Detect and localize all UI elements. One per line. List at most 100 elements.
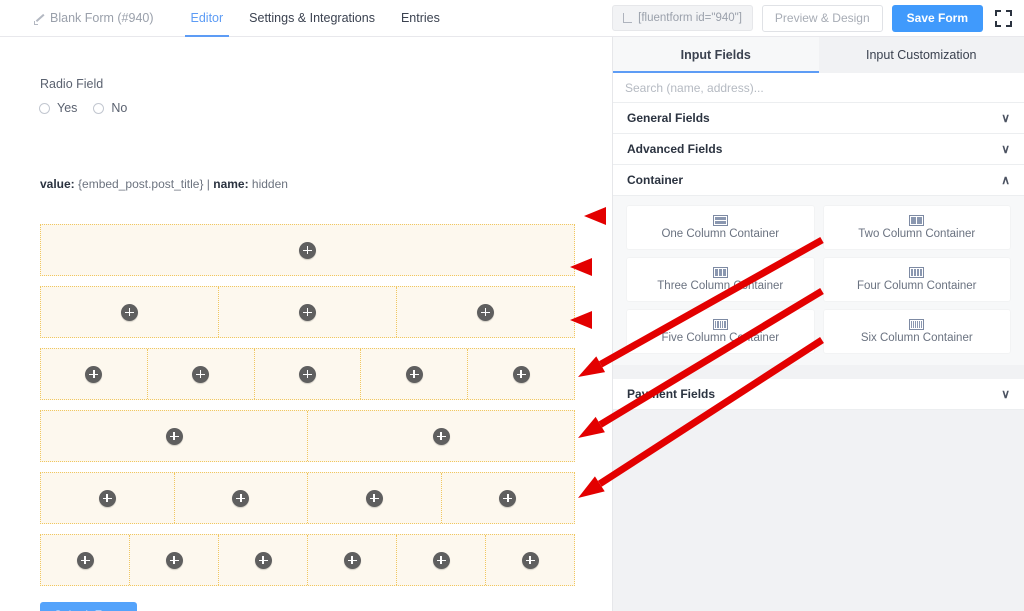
fluentform-editor-app: Blank Form (#940) Editor Settings & Inte… bbox=[0, 0, 1024, 611]
general-fields-header[interactable]: General Fields ∨ bbox=[613, 103, 1024, 134]
shortcode-display[interactable]: [fluentform id="940"] bbox=[612, 5, 753, 31]
hidden-field-value-key: value: bbox=[40, 177, 75, 191]
preview-design-button[interactable]: Preview & Design bbox=[762, 5, 883, 32]
general-fields-section: General Fields ∨ bbox=[613, 103, 1024, 134]
plus-icon[interactable] bbox=[299, 242, 316, 259]
container-option-label: One Column Container bbox=[661, 228, 779, 240]
container-option-4[interactable]: Four Column Container bbox=[824, 258, 1011, 301]
plus-icon[interactable] bbox=[433, 552, 450, 569]
container-row[interactable] bbox=[40, 224, 575, 276]
plus-icon[interactable] bbox=[299, 366, 316, 383]
container-column[interactable] bbox=[219, 535, 308, 585]
plus-icon[interactable] bbox=[99, 490, 116, 507]
plus-icon[interactable] bbox=[366, 490, 383, 507]
advanced-fields-header[interactable]: Advanced Fields ∨ bbox=[613, 134, 1024, 165]
container-row[interactable] bbox=[40, 348, 575, 400]
submit-form-button[interactable]: Submit Form bbox=[40, 602, 137, 611]
radio-option-yes-label: Yes bbox=[57, 101, 77, 115]
two-column-icon bbox=[909, 215, 924, 226]
advanced-fields-section: Advanced Fields ∨ bbox=[613, 134, 1024, 165]
fields-sidebar: Input Fields Input Customization General… bbox=[613, 37, 1024, 611]
tab-entries[interactable]: Entries bbox=[388, 0, 453, 37]
fullscreen-icon[interactable] bbox=[995, 10, 1012, 27]
container-column[interactable] bbox=[219, 287, 397, 337]
container-option-1[interactable]: One Column Container bbox=[627, 206, 814, 249]
main-nav-tabs: Editor Settings & Integrations Entries bbox=[178, 0, 453, 37]
container-column[interactable] bbox=[41, 287, 219, 337]
container-column[interactable] bbox=[308, 535, 397, 585]
search-input[interactable] bbox=[613, 73, 1024, 102]
form-title: Blank Form (#940) bbox=[34, 11, 154, 25]
container-column[interactable] bbox=[486, 535, 574, 585]
container-option-6[interactable]: Six Column Container bbox=[824, 310, 1011, 353]
tab-input-customization[interactable]: Input Customization bbox=[819, 37, 1024, 73]
plus-icon[interactable] bbox=[406, 366, 423, 383]
container-option-2[interactable]: Two Column Container bbox=[824, 206, 1011, 249]
container-column[interactable] bbox=[442, 473, 575, 523]
plus-icon[interactable] bbox=[232, 490, 249, 507]
container-column[interactable] bbox=[255, 349, 362, 399]
plus-icon[interactable] bbox=[255, 552, 272, 569]
container-row[interactable] bbox=[40, 472, 575, 524]
plus-icon[interactable] bbox=[477, 304, 494, 321]
container-column[interactable] bbox=[41, 225, 574, 275]
payment-fields-header[interactable]: Payment Fields ∨ bbox=[613, 379, 1024, 410]
plus-icon[interactable] bbox=[344, 552, 361, 569]
plus-icon[interactable] bbox=[299, 304, 316, 321]
container-column[interactable] bbox=[361, 349, 468, 399]
container-column[interactable] bbox=[41, 411, 308, 461]
hidden-field-preview: value: {embed_post.post_title} | name: h… bbox=[40, 177, 288, 191]
plus-icon[interactable] bbox=[166, 428, 183, 445]
container-column[interactable] bbox=[308, 473, 442, 523]
tab-input-fields[interactable]: Input Fields bbox=[613, 37, 819, 73]
container-column[interactable] bbox=[41, 349, 148, 399]
general-fields-label: General Fields bbox=[627, 111, 710, 125]
radio-option-no[interactable]: No bbox=[93, 101, 127, 115]
plus-icon[interactable] bbox=[121, 304, 138, 321]
plus-icon[interactable] bbox=[166, 552, 183, 569]
container-option-label: Three Column Container bbox=[657, 280, 783, 292]
container-option-label: Six Column Container bbox=[861, 332, 973, 344]
tab-editor[interactable]: Editor bbox=[178, 0, 237, 37]
plus-icon[interactable] bbox=[77, 552, 94, 569]
hidden-field-name-key: name: bbox=[213, 177, 248, 191]
container-option-label: Five Column Container bbox=[661, 332, 779, 344]
radio-field-options: Yes No bbox=[39, 101, 127, 115]
container-row[interactable] bbox=[40, 286, 575, 338]
form-title-text: Blank Form (#940) bbox=[50, 11, 154, 25]
sidebar-divider bbox=[613, 365, 1024, 379]
form-canvas: Radio Field Yes No value: {embed_post.po… bbox=[0, 37, 613, 611]
chevron-down-icon: ∨ bbox=[1001, 388, 1010, 400]
plus-icon[interactable] bbox=[192, 366, 209, 383]
plus-icon[interactable] bbox=[499, 490, 516, 507]
plus-icon[interactable] bbox=[513, 366, 530, 383]
plus-icon[interactable] bbox=[85, 366, 102, 383]
container-column[interactable] bbox=[41, 473, 175, 523]
radio-option-no-label: No bbox=[111, 101, 127, 115]
container-column[interactable] bbox=[148, 349, 255, 399]
container-section: Container ∧ One Column Container Two Colu… bbox=[613, 165, 1024, 365]
shortcode-icon bbox=[623, 13, 632, 23]
shortcode-text: [fluentform id="940"] bbox=[638, 12, 742, 24]
container-column[interactable] bbox=[468, 349, 574, 399]
container-option-5[interactable]: Five Column Container bbox=[627, 310, 814, 353]
tab-settings-integrations[interactable]: Settings & Integrations bbox=[236, 0, 388, 37]
container-row[interactable] bbox=[40, 410, 575, 462]
plus-icon[interactable] bbox=[433, 428, 450, 445]
container-column[interactable] bbox=[397, 535, 486, 585]
container-column[interactable] bbox=[308, 411, 574, 461]
radio-circle-icon bbox=[39, 103, 50, 114]
container-column[interactable] bbox=[397, 287, 574, 337]
radio-field-label: Radio Field bbox=[40, 77, 103, 91]
radio-option-yes[interactable]: Yes bbox=[39, 101, 77, 115]
save-form-button[interactable]: Save Form bbox=[892, 5, 983, 32]
plus-icon[interactable] bbox=[522, 552, 539, 569]
container-row[interactable] bbox=[40, 534, 575, 586]
container-column[interactable] bbox=[175, 473, 309, 523]
container-column[interactable] bbox=[130, 535, 219, 585]
container-column[interactable] bbox=[41, 535, 130, 585]
container-body: One Column Container Two Column Container… bbox=[613, 196, 1024, 365]
container-option-3[interactable]: Three Column Container bbox=[627, 258, 814, 301]
container-header[interactable]: Container ∧ bbox=[613, 165, 1024, 196]
container-option-label: Four Column Container bbox=[857, 280, 977, 292]
